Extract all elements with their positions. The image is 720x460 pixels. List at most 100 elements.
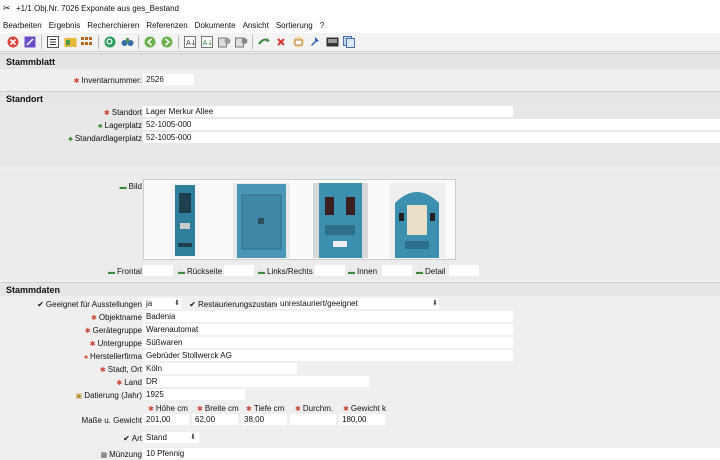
toolbar: A↓ A↓ — [0, 33, 720, 52]
geraetegruppe-field[interactable]: Warenautomat — [143, 324, 513, 335]
bild-view-frontal-field[interactable] — [143, 265, 173, 276]
bild-view-links-rechts-field[interactable] — [315, 265, 345, 276]
restaurierung-label: ✔ Restaurierungszustand — [189, 300, 281, 309]
tiefe-field[interactable]: 38,00 — [241, 414, 287, 425]
hoehe-header: ✱ Höhe cm — [148, 404, 188, 413]
image-icon: ▬ — [348, 269, 355, 276]
menu-bar: Bearbeiten Ergebnis Recherchieren Refere… — [0, 17, 720, 33]
lagerplatz-field[interactable]: 52-1005-000 — [143, 119, 720, 130]
binoculars-icon[interactable] — [120, 35, 134, 49]
search-icon[interactable] — [103, 35, 117, 49]
calendar-icon: ▣ — [75, 393, 83, 400]
sort-filter-icon[interactable]: A↓ — [200, 35, 214, 49]
gewicht-header: ✱ Gewicht k — [343, 404, 386, 413]
restaurierung-select[interactable]: unrestauriert/geeignet — [277, 298, 439, 309]
back-icon[interactable] — [143, 35, 157, 49]
bild-view-innen-label: ▬ Innen — [348, 267, 378, 276]
durchmesser-field[interactable] — [290, 414, 336, 425]
coin-icon: ▦ — [100, 452, 108, 459]
checkmark-icon: ✔ — [37, 300, 44, 309]
tiefe-header: ✱ Tiefe cm — [246, 404, 285, 413]
sort-edit-icon[interactable] — [217, 35, 231, 49]
required-icon: ✱ — [246, 406, 252, 413]
objektname-label: ✱ Objektname — [90, 313, 142, 322]
image-icon[interactable] — [325, 35, 339, 49]
menu-dokumente[interactable]: Dokumente — [195, 21, 236, 30]
bild-view-frontal-label: ▬ Frontal — [108, 267, 142, 276]
menu-help[interactable]: ? — [320, 21, 324, 30]
pin-icon[interactable] — [308, 35, 322, 49]
standort-label: ✱ Standort — [103, 108, 142, 117]
image-icon: ▬ — [416, 269, 423, 276]
geeignet-label: ✔ Geeignet für Ausstellungen — [37, 300, 142, 309]
menu-ansicht[interactable]: Ansicht — [243, 21, 269, 30]
gewicht-field[interactable]: 180,00 — [339, 414, 385, 425]
menu-sortierung[interactable]: Sortierung — [276, 21, 313, 30]
svg-text:A↓: A↓ — [203, 39, 214, 47]
required-icon: ✱ — [116, 380, 123, 387]
forward-icon[interactable] — [160, 35, 174, 49]
bild-view-detail-field[interactable] — [449, 265, 479, 276]
required-icon: ✱ — [89, 341, 96, 348]
inventarnummer-field[interactable]: 2526 — [143, 74, 194, 85]
breite-header: ✱ Breite cm — [197, 404, 239, 413]
delete-icon[interactable] — [274, 35, 288, 49]
required-icon: ✱ — [295, 406, 301, 413]
location-icon: ♣ — [98, 123, 103, 130]
required-icon: ✱ — [84, 328, 91, 335]
toolbar-separator — [252, 35, 253, 49]
durchmesser-header: ✱ Durchm. — [295, 404, 334, 413]
thumb-innen[interactable] — [389, 183, 446, 258]
copy-icon[interactable] — [342, 35, 356, 49]
stadt-field[interactable]: Köln — [143, 363, 297, 374]
standardlagerplatz-field[interactable]: 52-1005-000 — [143, 132, 720, 143]
required-icon: ✱ — [148, 406, 154, 413]
edit-icon[interactable] — [23, 35, 37, 49]
objektname-field[interactable]: Badenia — [143, 311, 513, 322]
muenzung-field[interactable]: 10 Pfennig — [143, 448, 720, 459]
location-icon: ♣ — [68, 136, 73, 143]
required-icon: ✱ — [73, 78, 80, 85]
thumb-links-rechts[interactable] — [313, 183, 368, 258]
land-field[interactable]: DR — [143, 376, 369, 387]
list-icon[interactable] — [46, 35, 60, 49]
bild-view-innen-field[interactable] — [382, 265, 412, 276]
checkmark-icon: ✔ — [189, 300, 196, 309]
sort-icon[interactable]: A↓ — [183, 35, 197, 49]
untergruppe-field[interactable]: Süßwaren — [143, 337, 513, 348]
bild-view-detail-label: ▬ Detail — [416, 267, 446, 276]
undo-icon[interactable] — [257, 35, 271, 49]
hoehe-field[interactable]: 201,00 — [143, 414, 189, 425]
bild-view-rueckseite-field[interactable] — [224, 265, 254, 276]
svg-text:A↓: A↓ — [186, 39, 196, 47]
standort-field[interactable]: Lager Merkur Allee — [143, 106, 513, 117]
stadt-label: ✱ Stadt, Ort — [99, 365, 142, 374]
breite-field[interactable]: 62,00 — [192, 414, 238, 425]
menu-ergebnis[interactable]: Ergebnis — [49, 21, 81, 30]
menu-recherchieren[interactable]: Recherchieren — [87, 21, 139, 30]
mail-icon[interactable] — [291, 35, 305, 49]
herstellerfirma-field[interactable]: Gebrüder Stollwerck AG — [143, 350, 513, 361]
menu-bearbeiten[interactable]: Bearbeiten — [3, 21, 42, 30]
section-stammdaten: Stammdaten — [0, 282, 720, 296]
datierung-field[interactable]: 1925 — [143, 389, 245, 400]
dropdown-arrow-icon[interactable]: ⬇ — [174, 299, 180, 307]
grid-icon[interactable] — [80, 35, 94, 49]
image-icon: ▬ — [178, 269, 185, 276]
folder-icon[interactable] — [63, 35, 77, 49]
app-icon: ✂ — [3, 3, 11, 13]
datierung-label: ▣ Datierung (Jahr) — [75, 391, 142, 400]
herstellerfirma-label: ♠ Herstellerfirma — [84, 352, 142, 361]
window-title: +1/1 Obj.Nr. 7026 Exponate aus ges_Besta… — [16, 4, 180, 13]
toolbar-separator — [98, 35, 99, 49]
thumb-rueckseite[interactable] — [233, 183, 290, 258]
checkmark-icon: ✔ — [123, 434, 130, 443]
dropdown-arrow-icon[interactable]: ⬇ — [190, 433, 196, 441]
bild-label: ▬ Bild — [119, 182, 142, 191]
thumb-frontal[interactable] — [170, 183, 200, 258]
reset-icon[interactable] — [234, 35, 248, 49]
menu-referenzen[interactable]: Referenzen — [146, 21, 187, 30]
dropdown-arrow-icon[interactable]: ⬇ — [432, 299, 438, 307]
standardlagerplatz-label: ♣ Standardlagerplatz — [68, 134, 142, 143]
close-icon[interactable] — [6, 35, 20, 49]
